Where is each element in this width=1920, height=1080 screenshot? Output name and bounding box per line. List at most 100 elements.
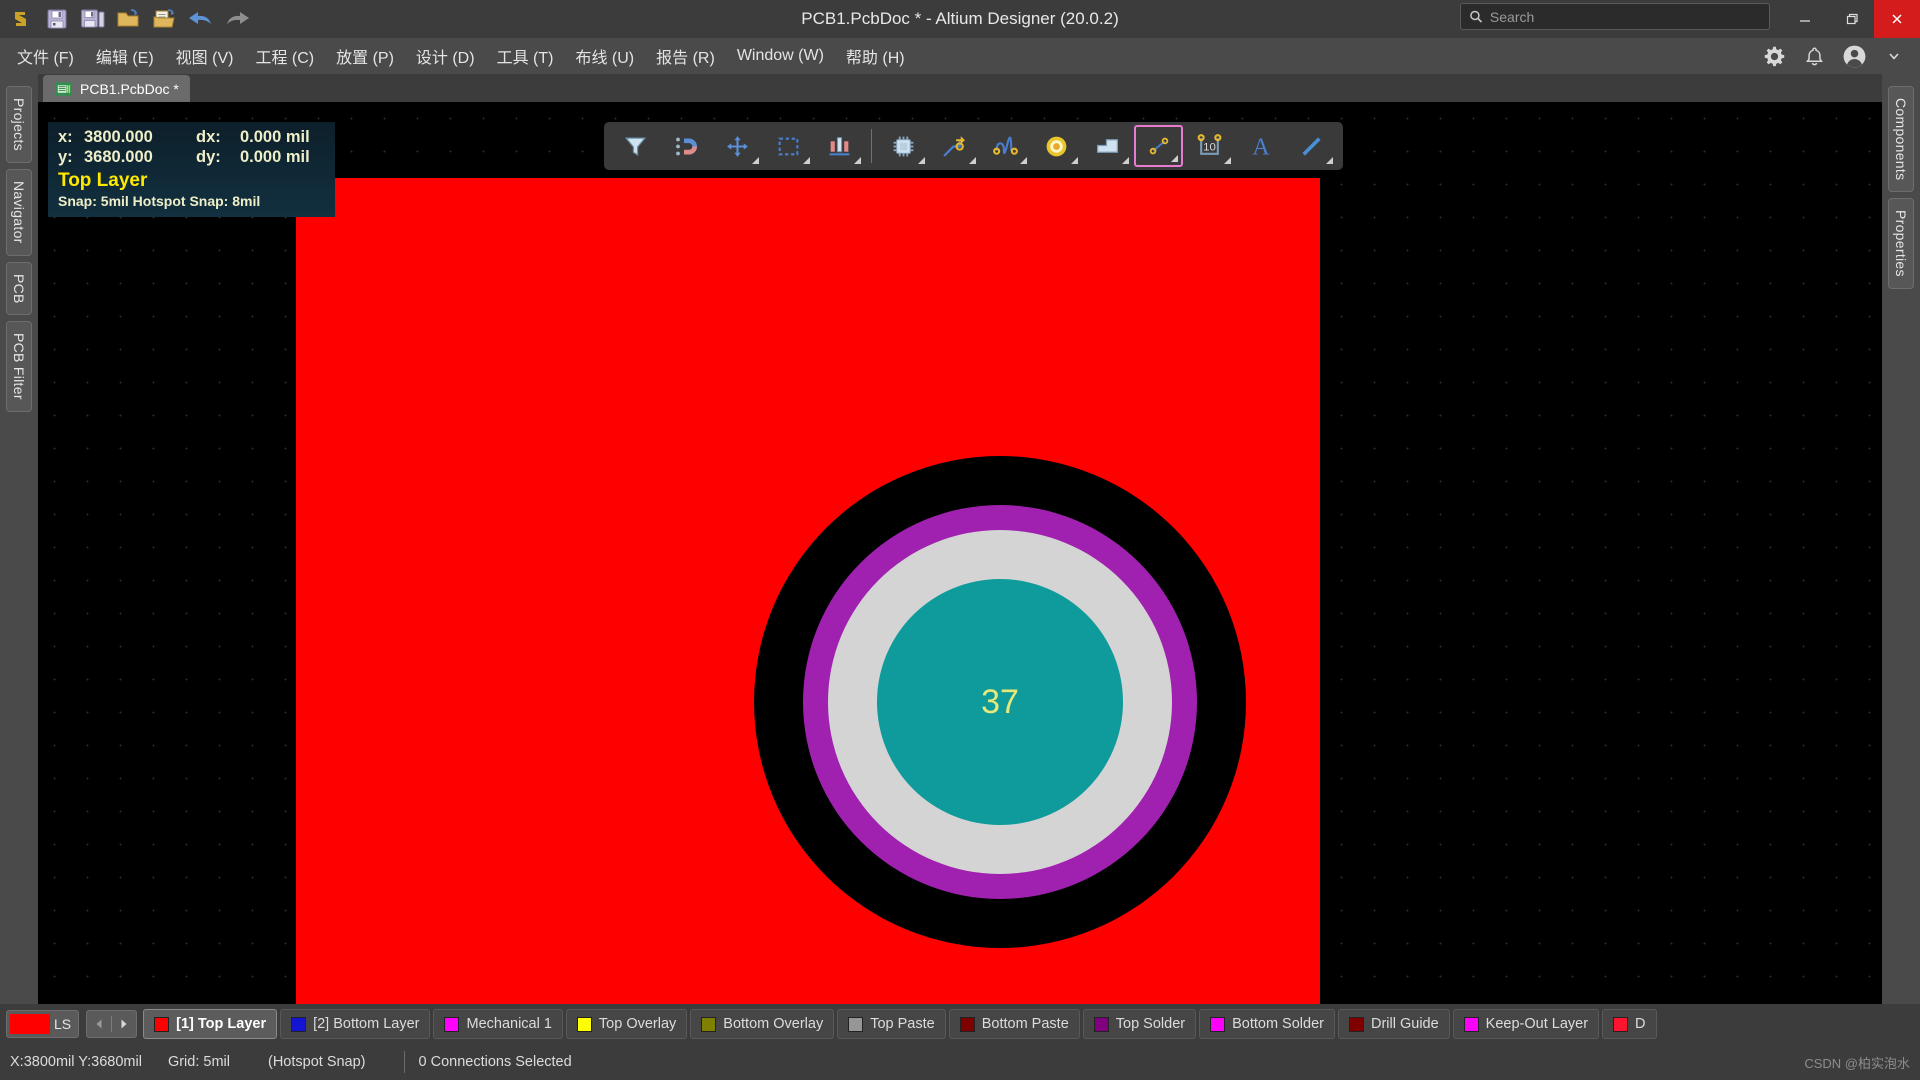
component-icon[interactable] [879, 125, 928, 167]
minimize-button[interactable] [1782, 0, 1828, 38]
open-icon[interactable] [112, 3, 146, 35]
dimension-icon[interactable] [1134, 125, 1183, 167]
menu-item-edit[interactable]: 编辑 (E) [85, 39, 165, 73]
document-tab-label: PCB1.PcbDoc * [80, 80, 179, 97]
layer-tab[interactable]: Bottom Solder [1199, 1009, 1335, 1039]
search-input[interactable] [1489, 8, 1761, 25]
close-button[interactable] [1874, 0, 1920, 38]
layer-sets-swatch [10, 1014, 50, 1034]
text-icon[interactable]: A [1236, 125, 1285, 167]
title-bar: PCB1.PcbDoc * - Altium Designer (20.0.2) [0, 0, 1920, 38]
gear-icon[interactable] [1760, 42, 1788, 70]
layer-tab[interactable]: Bottom Paste [948, 1009, 1080, 1039]
dropdown-arrow-icon[interactable] [969, 157, 976, 164]
pad-drill-hole: 37 [877, 579, 1123, 825]
layer-tab[interactable]: Mechanical 1 [433, 1009, 563, 1039]
sidebar-item-pcb[interactable]: PCB [6, 261, 32, 316]
net-number-icon[interactable]: 10 [1185, 125, 1234, 167]
dropdown-arrow-icon[interactable] [1326, 157, 1333, 164]
dropdown-arrow-icon[interactable] [752, 157, 759, 164]
layer-tab[interactable]: Drill Guide [1337, 1009, 1450, 1039]
layer-tab[interactable]: Top Overlay [565, 1009, 688, 1039]
select-area-icon[interactable] [764, 125, 813, 167]
layer-tab[interactable]: Keep-Out Layer [1452, 1009, 1600, 1039]
menubar-right-icons [1760, 38, 1914, 74]
pcb-floating-toolbar: 10 A [604, 122, 1343, 170]
status-snap-mode: (Hotspot Snap) [267, 1054, 366, 1070]
menu-item-route[interactable]: 布线 (U) [564, 39, 645, 73]
status-coordinates: X:3800mil Y:3680mil [10, 1054, 142, 1070]
layer-tab[interactable]: [1] Top Layer [143, 1009, 278, 1039]
dropdown-arrow-icon[interactable] [854, 157, 861, 164]
dropdown-arrow-icon[interactable] [1122, 157, 1129, 164]
dropdown-arrow-icon[interactable] [1171, 155, 1178, 162]
layer-tab-label: Mechanical 1 [466, 1016, 552, 1032]
dropdown-arrow-icon[interactable] [1071, 157, 1078, 164]
redo-icon[interactable] [220, 3, 254, 35]
menu-item-file[interactable]: 文件 (F) [6, 39, 85, 73]
menu-item-help[interactable]: 帮助 (H) [835, 39, 916, 73]
filter-icon[interactable] [611, 125, 660, 167]
line-icon[interactable] [1287, 125, 1336, 167]
layer-next-button[interactable] [112, 1018, 136, 1030]
menu-item-place[interactable]: 放置 (P) [325, 39, 405, 73]
watermark: CSDN @柏实泡水 [1804, 1053, 1910, 1072]
dropdown-arrow-icon[interactable] [803, 157, 810, 164]
pcb-pad[interactable]: 37 [754, 456, 1246, 948]
layer-prev-button[interactable] [87, 1018, 111, 1030]
search-box[interactable] [1460, 3, 1770, 30]
menu-item-reports[interactable]: 报告 (R) [645, 39, 726, 73]
align-icon[interactable] [815, 125, 864, 167]
tune-length-icon[interactable] [981, 125, 1030, 167]
menu-item-project[interactable]: 工程 (C) [244, 39, 325, 73]
move-icon[interactable] [713, 125, 762, 167]
menu-item-view[interactable]: 视图 (V) [165, 39, 245, 73]
sidebar-item-components[interactable]: Components [1888, 86, 1914, 193]
layer-tab[interactable]: Top Paste [837, 1009, 946, 1039]
layer-color-swatch [1463, 1016, 1479, 1032]
layer-sets-button[interactable]: LS [6, 1010, 80, 1038]
watermark-name: 柏实泡水 [1857, 1056, 1910, 1071]
menu-item-window[interactable]: Window (W) [726, 42, 835, 70]
bell-icon[interactable] [1800, 42, 1828, 70]
altium-logo-icon[interactable] [4, 3, 38, 35]
route-icon[interactable] [930, 125, 979, 167]
toolbar-separator [871, 129, 872, 163]
dropdown-arrow-icon[interactable] [1224, 157, 1231, 164]
sidebar-item-pcb-filter[interactable]: PCB Filter [6, 321, 32, 413]
menu-item-design[interactable]: 设计 (D) [405, 39, 486, 73]
layer-color-swatch [1093, 1016, 1109, 1032]
snap-magnet-icon[interactable] [662, 125, 711, 167]
undo-icon[interactable] [184, 3, 218, 35]
document-tab-pcb1[interactable]: PCB1.PcbDoc * [43, 75, 190, 102]
via-icon[interactable] [1032, 125, 1081, 167]
polygon-icon[interactable] [1083, 125, 1132, 167]
sidebar-item-properties[interactable]: Properties [1888, 198, 1914, 290]
restore-button[interactable] [1828, 0, 1874, 38]
status-bar: X:3800mil Y:3680mil Grid: 5mil (Hotspot … [0, 1044, 1920, 1080]
left-dock-panel: Projects Navigator PCB PCB Filter [0, 74, 38, 1004]
layer-color-swatch [701, 1016, 717, 1032]
account-icon[interactable] [1840, 42, 1868, 70]
menu-item-tools[interactable]: 工具 (T) [486, 39, 565, 73]
heads-up-display: x: 3800.000 dx: 0.000 mil y: 3680.000 dy… [48, 122, 335, 217]
layer-tab-label: Top Overlay [598, 1016, 677, 1032]
open-document-icon[interactable] [148, 3, 182, 35]
layer-color-swatch [848, 1016, 864, 1032]
sidebar-item-navigator[interactable]: Navigator [6, 168, 32, 256]
sidebar-item-projects[interactable]: Projects [6, 86, 32, 163]
pcb-board-area[interactable]: 37 [296, 178, 1320, 1004]
pcb-canvas[interactable]: 37 x: 3800.000 dx: 0.000 mil y: 3680.000… [38, 102, 1882, 1004]
layer-tab[interactable]: Bottom Overlay [690, 1009, 835, 1039]
layer-tab[interactable]: D [1602, 1009, 1657, 1039]
chevron-down-icon[interactable] [1880, 42, 1908, 70]
document-tab-strip: PCB1.PcbDoc * [38, 74, 1882, 102]
layer-tab[interactable]: Top Solder [1082, 1009, 1197, 1039]
save-all-icon[interactable] [76, 3, 110, 35]
hud-x-key: x: [58, 128, 73, 146]
layer-tab[interactable]: [2] Bottom Layer [280, 1009, 431, 1039]
hud-dy-value: 0.000 mil [240, 148, 310, 167]
save-icon[interactable] [40, 3, 74, 35]
dropdown-arrow-icon[interactable] [918, 157, 925, 164]
dropdown-arrow-icon[interactable] [1020, 157, 1027, 164]
